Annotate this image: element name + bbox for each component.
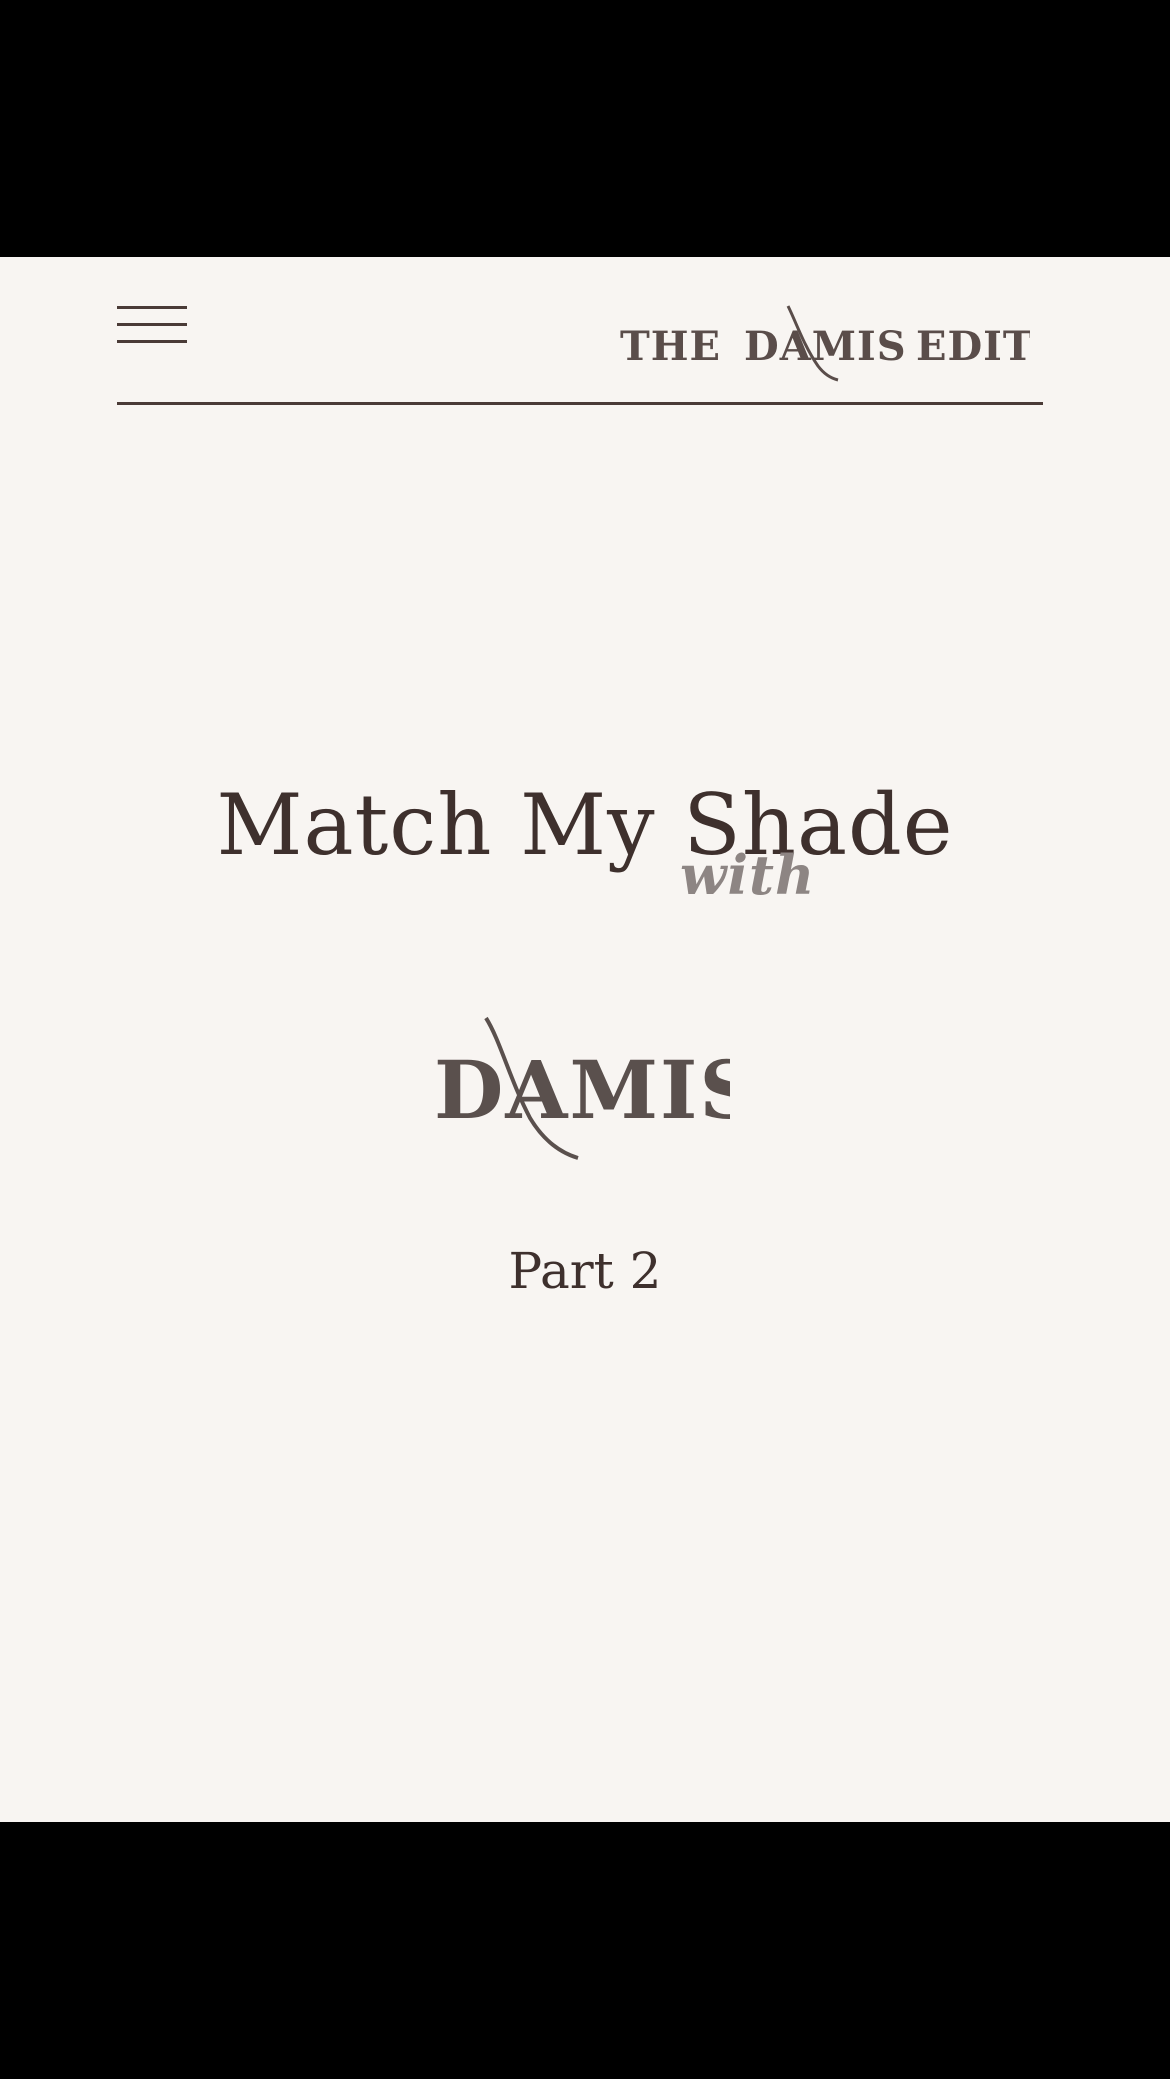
brand-suffix-text: EDIT bbox=[916, 323, 1030, 370]
brand-name-text: DAMIS bbox=[744, 323, 907, 370]
letterbox-bottom bbox=[0, 1822, 1170, 2079]
brand-prefix-text: THE bbox=[620, 323, 721, 370]
header-divider bbox=[117, 402, 1043, 405]
logo-wordmark: DAMIS bbox=[434, 1043, 730, 1137]
page-title: Match My Shade bbox=[216, 776, 954, 874]
damis-logo: DAMIS bbox=[430, 1010, 730, 1160]
letterbox-top bbox=[0, 0, 1170, 257]
part-label: Part 2 bbox=[508, 1242, 662, 1300]
hamburger-menu-icon[interactable] bbox=[117, 304, 187, 346]
title-connector: with bbox=[680, 843, 816, 907]
brand-logo[interactable]: THE DAMIS EDIT bbox=[620, 300, 1030, 384]
